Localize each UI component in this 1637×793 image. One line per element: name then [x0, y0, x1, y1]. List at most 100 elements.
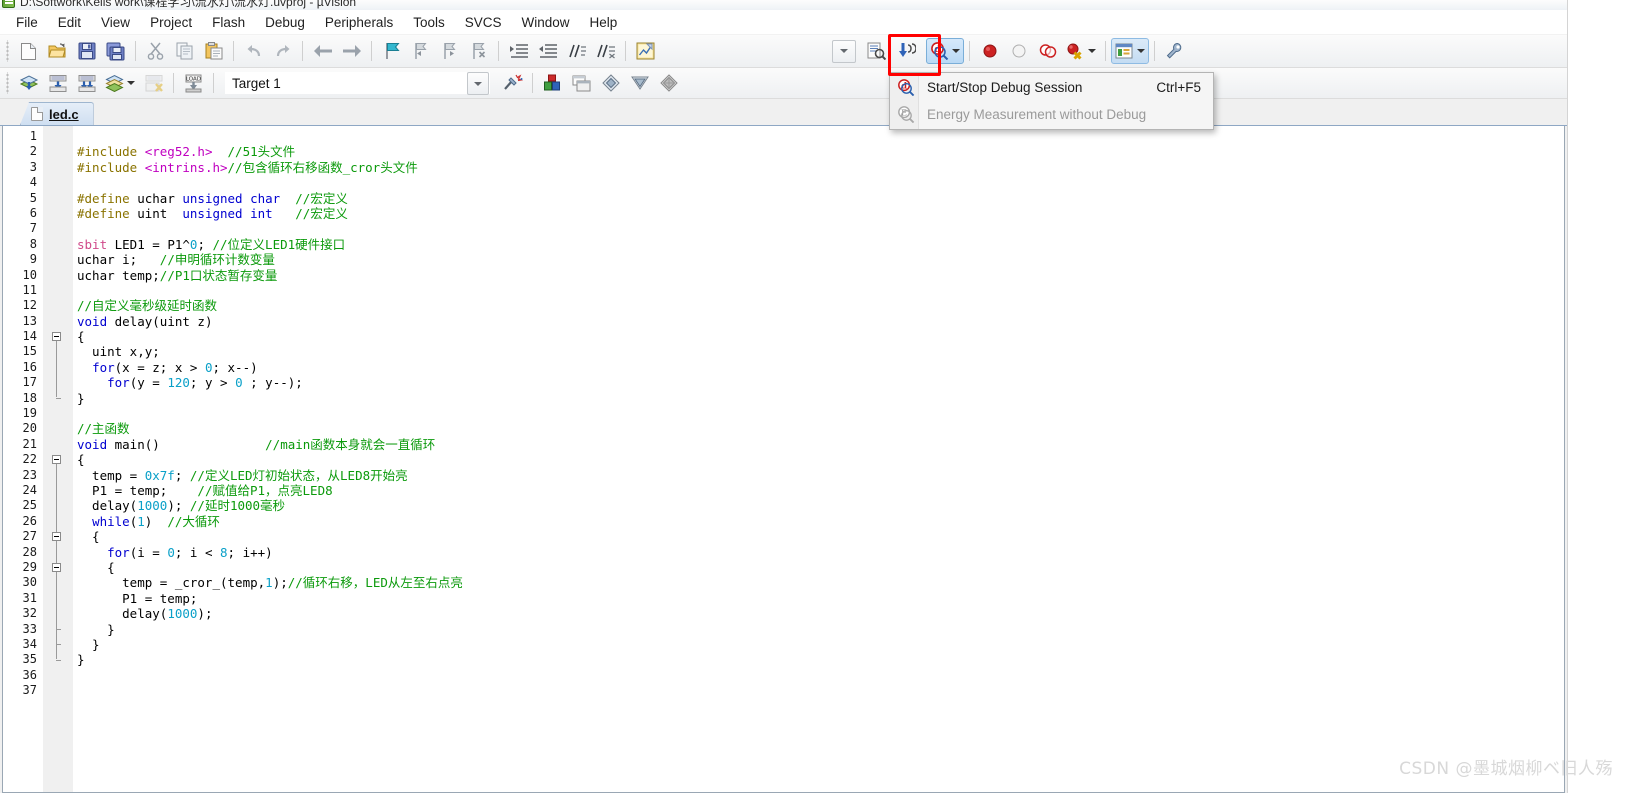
code-line[interactable]: P1 = temp; //赋值给P1，点亮LED8	[77, 483, 1564, 498]
code-line[interactable]	[77, 129, 1564, 144]
manage-project-items-icon[interactable]	[538, 70, 567, 96]
menu-peripherals[interactable]: Peripherals	[315, 12, 403, 33]
save-all-icon[interactable]	[101, 38, 130, 64]
menu-edit[interactable]: Edit	[48, 12, 91, 33]
target-select[interactable]: Target 1	[225, 72, 490, 95]
save-icon[interactable]	[72, 38, 101, 64]
code-line[interactable]: #include <reg52.h> //51头文件	[77, 144, 1564, 159]
code-line[interactable]: #include <intrins.h>//包含循环右移函数_cror头文件	[77, 160, 1564, 175]
menu-item-start-stop-debug[interactable]: d Start/Stop Debug Session Ctrl+F5	[890, 74, 1213, 101]
code-folding-gutter[interactable]	[43, 126, 73, 792]
menu-flash[interactable]: Flash	[202, 12, 255, 33]
disable-all-breakpoints-icon[interactable]	[1033, 38, 1062, 64]
open-file-icon[interactable]	[43, 38, 72, 64]
code-line[interactable]	[77, 668, 1564, 683]
tab-led-c[interactable]: led.c	[20, 102, 94, 125]
disable-breakpoint-icon[interactable]	[1004, 38, 1033, 64]
indent-icon[interactable]	[504, 38, 533, 64]
insert-include-icon[interactable]	[891, 38, 920, 64]
code-line[interactable]: uchar i; //申明循环计数变量	[77, 252, 1564, 267]
new-file-icon[interactable]	[14, 38, 43, 64]
navigate-forward-icon[interactable]	[337, 38, 366, 64]
code-line[interactable]	[77, 175, 1564, 190]
code-line[interactable]: void delay(uint z)	[77, 314, 1564, 329]
code-line[interactable]: temp = 0x7f; //定义LED灯初始状态，从LED8开始亮	[77, 468, 1564, 483]
configure-tools-icon[interactable]	[1160, 38, 1189, 64]
download-icon[interactable]: LOAD	[179, 70, 208, 96]
code-editor[interactable]: 1 2 3 4 5 6 7 8 9 10 11 12 13 14 15 16 17 18 19 20 21 22 23 24 2…	[2, 126, 1565, 793]
code-line[interactable]	[77, 221, 1564, 236]
templates-window-icon[interactable]	[654, 70, 683, 96]
code-line[interactable]: {	[77, 329, 1564, 344]
menu-item-energy-measurement[interactable]: E Energy Measurement without Debug	[890, 101, 1213, 128]
code-line[interactable]: //自定义毫秒级延时函数	[77, 298, 1564, 313]
chevron-down-icon[interactable]	[127, 81, 135, 85]
code-line[interactable]: }	[77, 622, 1564, 637]
code-line[interactable]: uchar temp;//P1口状态暂存变量	[77, 268, 1564, 283]
code-line[interactable]: while(1) //大循环	[77, 514, 1564, 529]
toolbar-grip[interactable]	[3, 40, 12, 62]
menu-svcs[interactable]: SVCS	[455, 12, 512, 33]
code-line[interactable]: delay(1000); //延时1000毫秒	[77, 498, 1564, 513]
code-line[interactable]: P1 = temp;	[77, 591, 1564, 606]
menu-debug[interactable]: Debug	[255, 12, 315, 33]
menu-window[interactable]: Window	[511, 12, 579, 33]
configure-icon[interactable]	[631, 38, 660, 64]
code-line[interactable]: for(i = 0; i < 8; i++)	[77, 545, 1564, 560]
code-line[interactable]: }	[77, 652, 1564, 667]
fold-toggle[interactable]	[52, 563, 61, 573]
code-line[interactable]: #define uint unsigned int //宏定义	[77, 206, 1564, 221]
code-line[interactable]: }	[77, 637, 1564, 652]
copy-icon[interactable]	[170, 38, 199, 64]
stop-build-icon[interactable]	[139, 70, 168, 96]
translate-icon[interactable]	[14, 70, 43, 96]
build-target-icon[interactable]	[43, 70, 72, 96]
outdent-icon[interactable]	[533, 38, 562, 64]
manage-windows-button[interactable]	[1111, 38, 1149, 64]
chevron-down-icon[interactable]	[1087, 49, 1096, 53]
menu-project[interactable]: Project	[140, 12, 202, 33]
menu-file[interactable]: File	[6, 12, 48, 33]
start-stop-debug-button[interactable]: d	[926, 38, 964, 64]
cut-icon[interactable]	[141, 38, 170, 64]
code-line[interactable]	[77, 406, 1564, 421]
undo-icon[interactable]	[239, 38, 268, 64]
code-line[interactable]: {	[77, 529, 1564, 544]
find-in-files-icon[interactable]	[862, 38, 891, 64]
kill-all-breakpoints-button[interactable]	[1062, 38, 1100, 64]
code-line[interactable]: }	[77, 391, 1564, 406]
next-bookmark-icon[interactable]	[435, 38, 464, 64]
code-line[interactable]: sbit LED1 = P1^0; //位定义LED1硬件接口	[77, 237, 1564, 252]
code-line[interactable]: delay(1000);	[77, 606, 1564, 621]
menu-help[interactable]: Help	[580, 12, 628, 33]
batch-build-button[interactable]	[101, 70, 139, 96]
paste-icon[interactable]	[199, 38, 228, 64]
menu-view[interactable]: View	[91, 12, 140, 33]
toolbar-grip[interactable]	[3, 72, 12, 94]
code-line[interactable]	[77, 683, 1564, 698]
comment-icon[interactable]	[562, 38, 591, 64]
code-line[interactable]: //主函数	[77, 421, 1564, 436]
fold-toggle[interactable]	[52, 455, 61, 465]
code-line[interactable]: #define uchar unsigned char //宏定义	[77, 191, 1564, 206]
uncomment-icon[interactable]	[591, 38, 620, 64]
target-options-icon[interactable]	[498, 70, 527, 96]
code-line[interactable]: void main() //main函数本身就会一直循环	[77, 437, 1564, 452]
code-line[interactable]: {	[77, 452, 1564, 467]
rebuild-all-icon[interactable]	[72, 70, 101, 96]
code-line[interactable]: temp = _cror_(temp,1);//循环右移，LED从左至右点亮	[77, 575, 1564, 590]
books-window-icon[interactable]	[596, 70, 625, 96]
project-windows-icon[interactable]	[567, 70, 596, 96]
insert-bookmark-icon[interactable]	[377, 38, 406, 64]
code-line[interactable]: uint x,y;	[77, 344, 1564, 359]
prev-bookmark-icon[interactable]	[406, 38, 435, 64]
chevron-down-icon[interactable]	[1136, 49, 1145, 53]
code-line[interactable]: {	[77, 560, 1564, 575]
target-select-arrow[interactable]	[467, 72, 489, 95]
code-content[interactable]: #include <reg52.h> //51头文件 #include <intr…	[73, 126, 1564, 792]
code-line[interactable]: for(x = z; x > 0; x--)	[77, 360, 1564, 375]
code-line[interactable]: for(y = 120; y > 0 ; y--);	[77, 375, 1564, 390]
code-line[interactable]	[77, 283, 1564, 298]
navigate-back-icon[interactable]	[308, 38, 337, 64]
fold-toggle[interactable]	[52, 332, 61, 342]
